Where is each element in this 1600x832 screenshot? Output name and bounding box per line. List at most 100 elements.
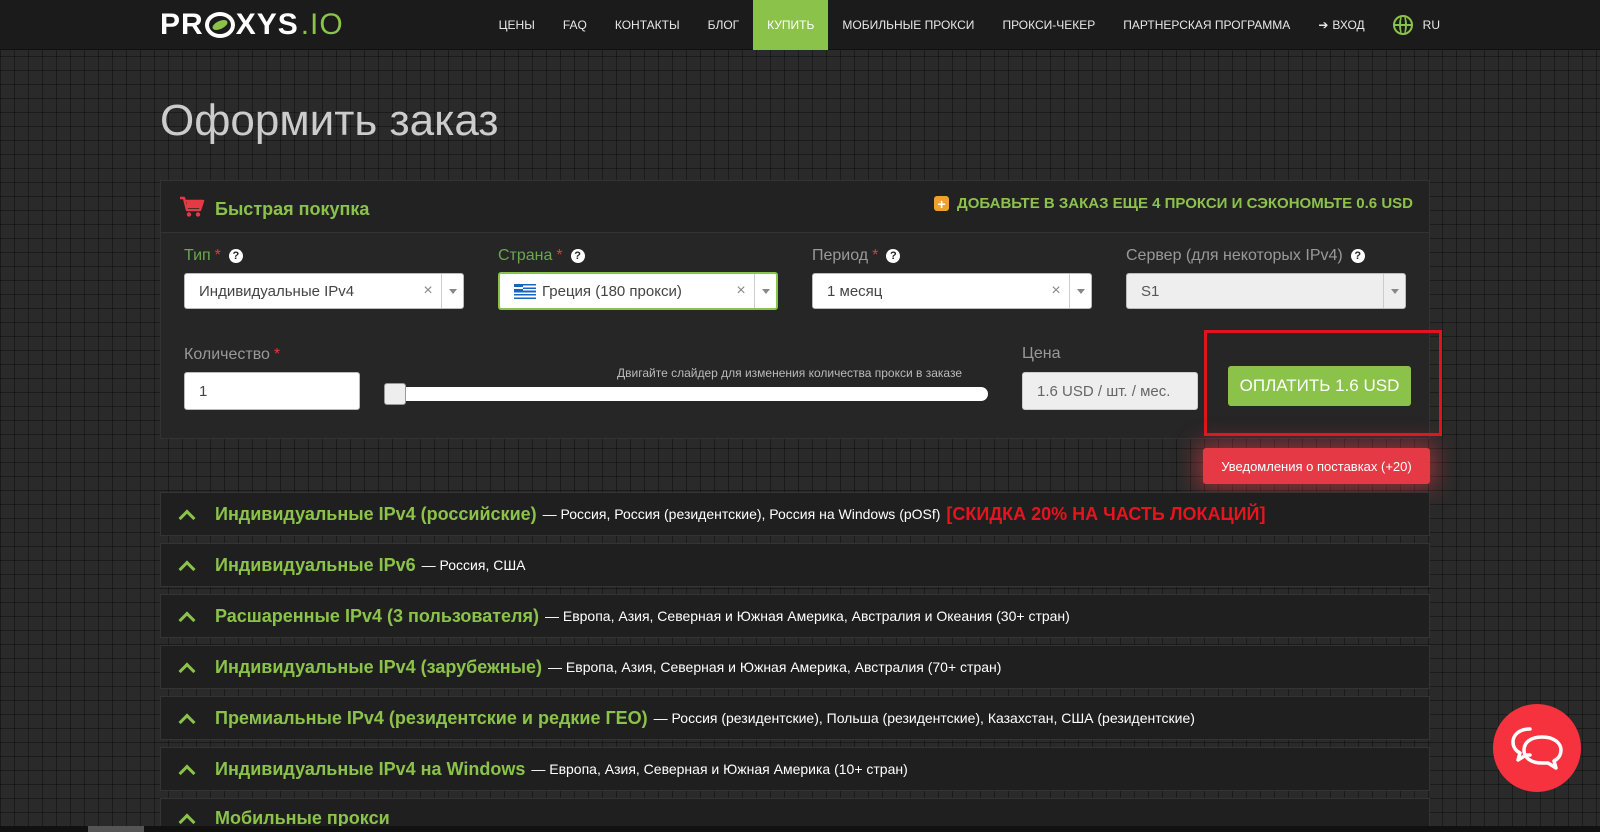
logo[interactable]: PR XYS .IO [160, 8, 344, 42]
login-icon: ➔ [1318, 18, 1329, 32]
category-premium-ipv4[interactable]: Премиальные IPv4 (резидентские и редкие … [160, 696, 1430, 740]
nav-contacts[interactable]: КОНТАКТЫ [601, 0, 694, 50]
category-desc: — Россия (резидентские), Польша (резиден… [653, 710, 1195, 726]
panel-header: Быстрая покупка + ДОБАВЬТЕ В ЗАКАЗ ЕЩЕ 4… [161, 181, 1429, 233]
chevron-up-icon [178, 560, 196, 577]
category-desc: — Россия, США [421, 557, 526, 573]
required-mark: * [214, 247, 221, 264]
category-desc: — Европа, Азия, Северная и Южная Америка… [544, 608, 1070, 624]
chevron-up-icon [178, 713, 196, 730]
price-label: Цена [1022, 345, 1060, 363]
quantity-input[interactable] [184, 372, 360, 410]
category-title: Индивидуальные IPv4 (зарубежные) [215, 656, 543, 677]
plus-icon: + [934, 196, 950, 211]
nav-blog[interactable]: БЛОГ [694, 0, 754, 50]
quantity-slider-track[interactable] [384, 387, 988, 401]
nav-mobile-proxy[interactable]: МОБИЛЬНЫЕ ПРОКСИ [828, 0, 988, 50]
slider-hint: Двигайте слайдер для изменения количеств… [617, 366, 962, 380]
chevron-down-icon[interactable] [1069, 274, 1091, 308]
category-ipv6[interactable]: Индивидуальные IPv6 — Россия, США [160, 543, 1430, 587]
login-label: ВХОД [1332, 18, 1365, 32]
top-navbar: PR XYS .IO ЦЕНЫ FAQ КОНТАКТЫ БЛОГ КУПИТЬ… [0, 0, 1600, 50]
globe-icon [1392, 15, 1413, 35]
help-icon[interactable]: ? [1350, 249, 1365, 263]
chevron-up-icon [178, 611, 196, 628]
chevron-down-icon[interactable] [441, 274, 463, 308]
logo-text-3: .IO [300, 8, 344, 41]
nav-faq[interactable]: FAQ [549, 0, 601, 50]
panel-title: Быстрая покупка [215, 199, 370, 219]
type-label: Тип *? [184, 247, 243, 265]
language-switcher[interactable]: RU [1379, 0, 1454, 50]
category-promo: [Скидка 20% на часть локаций] [946, 503, 1266, 524]
greece-flag-icon [514, 283, 536, 299]
server-select-value: S1 [1141, 282, 1160, 300]
supply-notifications-button[interactable]: Уведомления о поставках (+20) [1203, 448, 1430, 484]
category-title: Расшаренные IPv4 (3 пользователя) [215, 605, 539, 626]
country-select[interactable]: Греция (180 прокси) × [498, 272, 778, 310]
nav-prices[interactable]: ЦЕНЫ [485, 0, 549, 50]
chat-bubbles-icon [1511, 727, 1563, 770]
country-select-value: Греция (180 прокси) [542, 282, 682, 300]
logo-text-1: PR [160, 8, 204, 41]
server-label-text: Сервер (для некоторых IPv4) [1126, 247, 1343, 264]
clear-icon[interactable]: × [415, 282, 441, 300]
pay-button[interactable]: ОПЛАТИТЬ 1.6 USD [1228, 366, 1411, 406]
help-icon[interactable]: ? [228, 249, 243, 263]
price-label-text: Цена [1022, 345, 1061, 362]
quantity-label: Количество * [184, 346, 280, 364]
category-ipv4-foreign[interactable]: Индивидуальные IPv4 (зарубежные) — Европ… [160, 645, 1430, 689]
category-title: Индивидуальные IPv4 (российские) [215, 503, 537, 524]
category-desc: — Европа, Азия, Северная и Южная Америка… [531, 761, 908, 777]
country-label: Страна *? [498, 247, 585, 265]
horizontal-scrollbar[interactable] [0, 826, 1600, 832]
help-icon[interactable]: ? [570, 249, 585, 263]
price-field: 1.6 USD / шт. / мес. [1022, 372, 1198, 410]
chevron-up-icon [178, 662, 196, 679]
category-shared-ipv4[interactable]: Расшаренные IPv4 (3 пользователя) — Евро… [160, 594, 1430, 638]
logo-text-2: XYS [235, 8, 299, 41]
promo-add-more[interactable]: + ДОБАВЬТЕ В ЗАКАЗ ЕЩЕ 4 ПРОКСИ И СЭКОНО… [934, 195, 1413, 212]
nav-buy[interactable]: КУПИТЬ [753, 0, 829, 50]
category-title: Индивидуальные IPv6 [215, 554, 416, 575]
server-select[interactable]: S1 [1126, 273, 1406, 309]
scrollbar-thumb[interactable] [88, 826, 144, 832]
period-select[interactable]: 1 месяц × [812, 273, 1092, 309]
main-nav: ЦЕНЫ FAQ КОНТАКТЫ БЛОГ КУПИТЬ МОБИЛЬНЫЕ … [485, 0, 1454, 50]
promo-text: ДОБАВЬТЕ В ЗАКАЗ ЕЩЕ 4 ПРОКСИ И СЭКОНОМЬ… [957, 195, 1413, 212]
quantity-slider-handle[interactable] [384, 383, 406, 405]
required-mark: * [872, 247, 879, 264]
clear-icon[interactable]: × [728, 282, 754, 300]
type-select[interactable]: Индивидуальные IPv4 × [184, 273, 464, 309]
country-label-text: Страна [498, 247, 553, 264]
required-mark: * [273, 346, 281, 363]
chevron-up-icon [178, 509, 196, 526]
category-title: Премиальные IPv4 (резидентские и редкие … [215, 707, 648, 728]
category-title: Индивидуальные IPv4 на Windows [215, 758, 526, 779]
category-ipv4-russian[interactable]: Индивидуальные IPv4 (российские) — Росси… [160, 492, 1430, 536]
chat-button[interactable] [1493, 704, 1581, 792]
language-label: RU [1422, 18, 1440, 32]
nav-proxy-checker[interactable]: ПРОКСИ-ЧЕКЕР [988, 0, 1109, 50]
type-select-value: Индивидуальные IPv4 [199, 282, 355, 300]
period-select-value: 1 месяц [827, 282, 883, 300]
logo-o-icon [204, 12, 235, 38]
chevron-up-icon [178, 764, 196, 781]
category-desc: — Россия, Россия (резидентские), Россия … [542, 506, 941, 522]
category-desc: — Европа, Азия, Северная и Южная Америка… [548, 659, 1002, 675]
chevron-down-icon[interactable] [1383, 274, 1405, 308]
nav-partner-program[interactable]: ПАРТНЕРСКАЯ ПРОГРАММА [1109, 0, 1304, 50]
page-title: Оформить заказ [160, 96, 499, 145]
country-select-value-wrap: Греция (180 прокси) [500, 283, 728, 300]
help-icon[interactable]: ? [886, 249, 901, 263]
cart-icon [180, 196, 205, 217]
quantity-label-text: Количество [184, 346, 270, 363]
period-label: Период *? [812, 247, 901, 265]
category-ipv4-windows[interactable]: Индивидуальные IPv4 на Windows — Европа,… [160, 747, 1430, 791]
server-label: Сервер (для некоторых IPv4)? [1126, 247, 1365, 265]
type-label-text: Тип [184, 247, 211, 264]
chevron-down-icon[interactable] [754, 274, 776, 308]
clear-icon[interactable]: × [1043, 282, 1069, 300]
required-mark: * [556, 247, 563, 264]
nav-login[interactable]: ➔ ВХОД [1304, 0, 1378, 50]
